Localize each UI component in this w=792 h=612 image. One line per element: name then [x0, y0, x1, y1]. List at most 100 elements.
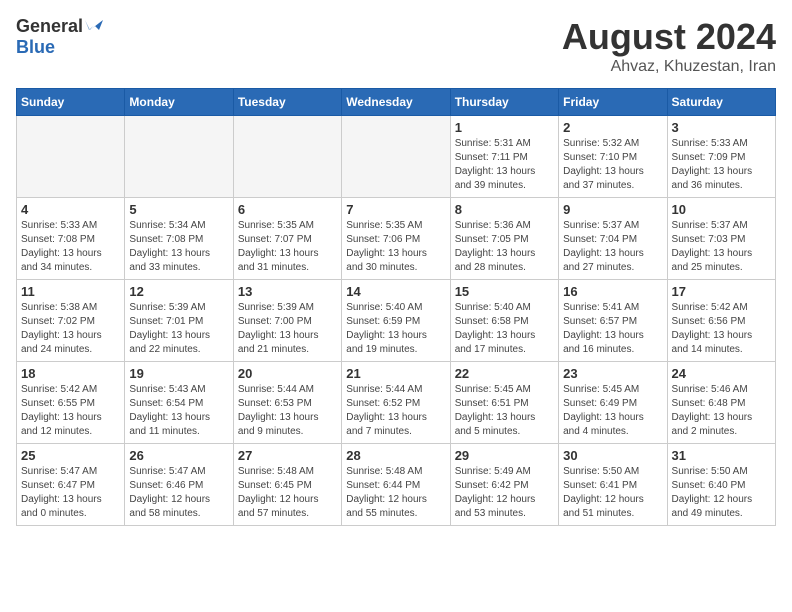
day-number: 28 — [346, 448, 445, 463]
day-number: 19 — [129, 366, 228, 381]
day-info: Sunrise: 5:49 AMSunset: 6:42 PMDaylight:… — [455, 465, 554, 521]
page-header: General Blue August 2024 Ahvaz, Khuzesta… — [16, 16, 776, 76]
day-info: Sunrise: 5:41 AMSunset: 6:57 PMDaylight:… — [563, 301, 662, 357]
day-number: 21 — [346, 366, 445, 381]
day-info: Sunrise: 5:39 AMSunset: 7:01 PMDaylight:… — [129, 301, 228, 357]
header-saturday: Saturday — [667, 89, 775, 116]
header-thursday: Thursday — [450, 89, 558, 116]
week-row-5: 25 Sunrise: 5:47 AMSunset: 6:47 PMDayligh… — [17, 444, 776, 526]
day-info: Sunrise: 5:48 AMSunset: 6:45 PMDaylight:… — [238, 465, 337, 521]
day-number: 18 — [21, 366, 120, 381]
day-info: Sunrise: 5:46 AMSunset: 6:48 PMDaylight:… — [672, 383, 771, 439]
day-number: 25 — [21, 448, 120, 463]
calendar-cell-5-5: 29 Sunrise: 5:49 AMSunset: 6:42 PMDayligh… — [450, 444, 558, 526]
logo-blue-text: Blue — [16, 37, 55, 57]
day-info: Sunrise: 5:42 AMSunset: 6:55 PMDaylight:… — [21, 383, 120, 439]
calendar-cell-1-1 — [17, 116, 125, 198]
day-number: 23 — [563, 366, 662, 381]
calendar-cell-2-7: 10 Sunrise: 5:37 AMSunset: 7:03 PMDayligh… — [667, 198, 775, 280]
day-number: 1 — [455, 120, 554, 135]
day-info: Sunrise: 5:44 AMSunset: 6:52 PMDaylight:… — [346, 383, 445, 439]
calendar-location: Ahvaz, Khuzestan, Iran — [562, 58, 776, 76]
day-number: 5 — [129, 202, 228, 217]
calendar-cell-3-1: 11 Sunrise: 5:38 AMSunset: 7:02 PMDayligh… — [17, 280, 125, 362]
day-info: Sunrise: 5:40 AMSunset: 6:58 PMDaylight:… — [455, 301, 554, 357]
header-friday: Friday — [559, 89, 667, 116]
day-number: 15 — [455, 284, 554, 299]
week-row-2: 4 Sunrise: 5:33 AMSunset: 7:08 PMDaylight… — [17, 198, 776, 280]
calendar-cell-3-7: 17 Sunrise: 5:42 AMSunset: 6:56 PMDayligh… — [667, 280, 775, 362]
day-info: Sunrise: 5:38 AMSunset: 7:02 PMDaylight:… — [21, 301, 120, 357]
day-number: 11 — [21, 284, 120, 299]
weekday-header-row: Sunday Monday Tuesday Wednesday Thursday… — [17, 89, 776, 116]
calendar-cell-3-2: 12 Sunrise: 5:39 AMSunset: 7:01 PMDayligh… — [125, 280, 233, 362]
calendar-cell-4-1: 18 Sunrise: 5:42 AMSunset: 6:55 PMDayligh… — [17, 362, 125, 444]
calendar-cell-1-3 — [233, 116, 341, 198]
calendar-cell-3-5: 15 Sunrise: 5:40 AMSunset: 6:58 PMDayligh… — [450, 280, 558, 362]
logo-bird-icon — [85, 16, 103, 34]
calendar-cell-4-6: 23 Sunrise: 5:45 AMSunset: 6:49 PMDayligh… — [559, 362, 667, 444]
calendar-cell-1-2 — [125, 116, 233, 198]
calendar-cell-5-7: 31Sunrise: 5:50 AMSunset: 6:40 PMDayligh… — [667, 444, 775, 526]
week-row-3: 11 Sunrise: 5:38 AMSunset: 7:02 PMDayligh… — [17, 280, 776, 362]
day-number: 4 — [21, 202, 120, 217]
day-number: 6 — [238, 202, 337, 217]
day-number: 10 — [672, 202, 771, 217]
header-sunday: Sunday — [17, 89, 125, 116]
day-number: 12 — [129, 284, 228, 299]
day-number: 24 — [672, 366, 771, 381]
calendar-cell-2-6: 9Sunrise: 5:37 AMSunset: 7:04 PMDaylight… — [559, 198, 667, 280]
calendar-cell-3-4: 14 Sunrise: 5:40 AMSunset: 6:59 PMDayligh… — [342, 280, 450, 362]
calendar-cell-4-2: 19 Sunrise: 5:43 AMSunset: 6:54 PMDayligh… — [125, 362, 233, 444]
day-number: 26 — [129, 448, 228, 463]
day-number: 27 — [238, 448, 337, 463]
day-info: Sunrise: 5:40 AMSunset: 6:59 PMDaylight:… — [346, 301, 445, 357]
calendar-cell-5-6: 30Sunrise: 5:50 AMSunset: 6:41 PMDayligh… — [559, 444, 667, 526]
day-number: 2 — [563, 120, 662, 135]
day-number: 30 — [563, 448, 662, 463]
title-block: August 2024 Ahvaz, Khuzestan, Iran — [562, 16, 776, 76]
calendar-cell-2-4: 7 Sunrise: 5:35 AMSunset: 7:06 PMDaylight… — [342, 198, 450, 280]
day-info: Sunrise: 5:33 AMSunset: 7:08 PMDaylight:… — [21, 219, 120, 275]
day-number: 3 — [672, 120, 771, 135]
calendar-cell-4-7: 24 Sunrise: 5:46 AMSunset: 6:48 PMDayligh… — [667, 362, 775, 444]
day-info: Sunrise: 5:37 AMSunset: 7:04 PMDaylight:… — [563, 219, 662, 275]
day-info: Sunrise: 5:43 AMSunset: 6:54 PMDaylight:… — [129, 383, 228, 439]
day-info: Sunrise: 5:44 AMSunset: 6:53 PMDaylight:… — [238, 383, 337, 439]
day-info: Sunrise: 5:31 AMSunset: 7:11 PMDaylight:… — [455, 137, 554, 193]
calendar-cell-1-5: 1 Sunrise: 5:31 AMSunset: 7:11 PMDaylight… — [450, 116, 558, 198]
calendar-cell-4-5: 22Sunrise: 5:45 AMSunset: 6:51 PMDayligh… — [450, 362, 558, 444]
day-number: 8 — [455, 202, 554, 217]
header-tuesday: Tuesday — [233, 89, 341, 116]
logo-general-text: General — [16, 16, 83, 37]
logo: General Blue — [16, 16, 103, 58]
day-number: 29 — [455, 448, 554, 463]
day-info: Sunrise: 5:32 AMSunset: 7:10 PMDaylight:… — [563, 137, 662, 193]
calendar-cell-4-4: 21 Sunrise: 5:44 AMSunset: 6:52 PMDayligh… — [342, 362, 450, 444]
day-number: 17 — [672, 284, 771, 299]
day-info: Sunrise: 5:39 AMSunset: 7:00 PMDaylight:… — [238, 301, 337, 357]
day-info: Sunrise: 5:37 AMSunset: 7:03 PMDaylight:… — [672, 219, 771, 275]
day-info: Sunrise: 5:34 AMSunset: 7:08 PMDaylight:… — [129, 219, 228, 275]
header-wednesday: Wednesday — [342, 89, 450, 116]
day-number: 22 — [455, 366, 554, 381]
day-info: Sunrise: 5:45 AMSunset: 6:49 PMDaylight:… — [563, 383, 662, 439]
calendar-cell-2-1: 4 Sunrise: 5:33 AMSunset: 7:08 PMDaylight… — [17, 198, 125, 280]
calendar-cell-5-3: 27 Sunrise: 5:48 AMSunset: 6:45 PMDayligh… — [233, 444, 341, 526]
day-info: Sunrise: 5:47 AMSunset: 6:47 PMDaylight:… — [21, 465, 120, 521]
week-row-4: 18 Sunrise: 5:42 AMSunset: 6:55 PMDayligh… — [17, 362, 776, 444]
day-info: Sunrise: 5:35 AMSunset: 7:06 PMDaylight:… — [346, 219, 445, 275]
calendar-cell-1-4 — [342, 116, 450, 198]
day-info: Sunrise: 5:48 AMSunset: 6:44 PMDaylight:… — [346, 465, 445, 521]
day-info: Sunrise: 5:50 AMSunset: 6:40 PMDaylight:… — [672, 465, 771, 521]
calendar-cell-4-3: 20Sunrise: 5:44 AMSunset: 6:53 PMDayligh… — [233, 362, 341, 444]
day-info: Sunrise: 5:42 AMSunset: 6:56 PMDaylight:… — [672, 301, 771, 357]
header-monday: Monday — [125, 89, 233, 116]
calendar-cell-1-7: 3 Sunrise: 5:33 AMSunset: 7:09 PMDaylight… — [667, 116, 775, 198]
calendar-cell-5-1: 25 Sunrise: 5:47 AMSunset: 6:47 PMDayligh… — [17, 444, 125, 526]
day-info: Sunrise: 5:33 AMSunset: 7:09 PMDaylight:… — [672, 137, 771, 193]
day-info: Sunrise: 5:35 AMSunset: 7:07 PMDaylight:… — [238, 219, 337, 275]
calendar-title: August 2024 — [562, 16, 776, 58]
day-number: 14 — [346, 284, 445, 299]
day-number: 7 — [346, 202, 445, 217]
